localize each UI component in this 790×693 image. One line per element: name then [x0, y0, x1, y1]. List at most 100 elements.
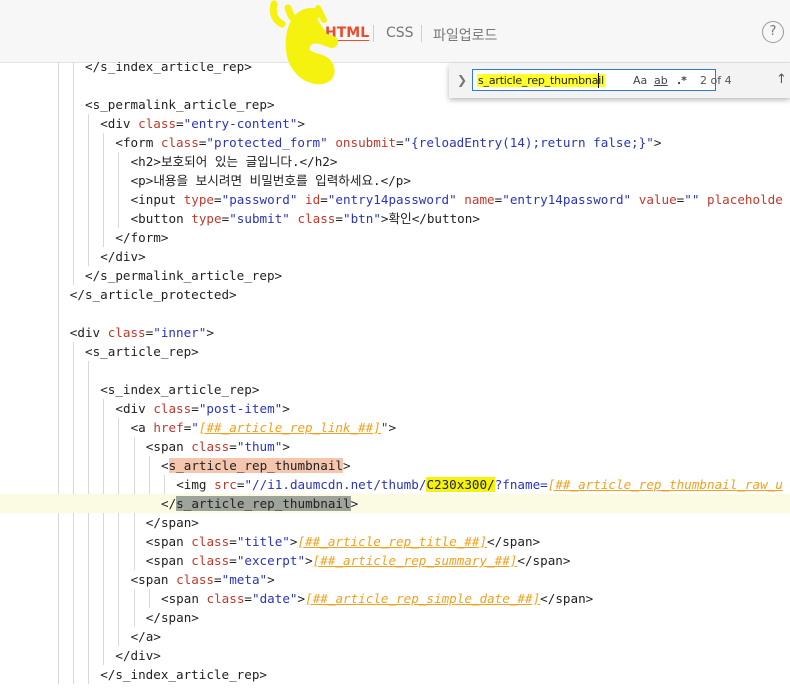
code-line: <s_article_rep> — [0, 342, 790, 361]
code-token: class — [176, 572, 215, 587]
tab-file-upload[interactable]: 파일업로드 — [433, 25, 497, 45]
code-token: </span> — [540, 591, 594, 606]
code-line: <form class="protected_form" onsubmit="{… — [0, 133, 790, 152]
code-token: "entry14password" — [327, 192, 457, 207]
code-token: = — [320, 192, 328, 207]
regex-option[interactable]: .* — [677, 74, 687, 87]
code-token: "title" — [236, 534, 290, 549]
code-token: placeholde — [707, 192, 783, 207]
code-token: " — [191, 420, 199, 435]
code-token: <h2> — [130, 154, 161, 169]
code-token: "" — [684, 192, 700, 207]
code-token: < — [161, 458, 169, 473]
code-token: <p> — [130, 173, 154, 188]
code-line: </div> — [0, 247, 790, 266]
code-token: </span> — [145, 610, 199, 625]
code-token: s_article_rep_thumbnail — [168, 458, 343, 473]
code-line: <h2>보호되어 있는 글입니다.</h2> — [0, 152, 790, 171]
toggle-replace-chevron-icon[interactable]: ❯ — [457, 73, 467, 87]
code-token: </form> — [115, 230, 169, 245]
code-token: <span — [161, 591, 207, 606]
code-line: <s_article_rep_thumbnail> — [0, 456, 790, 475]
tab-html[interactable]: HTML — [325, 25, 369, 41]
code-token: </span> — [487, 534, 541, 549]
code-line: </form> — [0, 228, 790, 247]
code-token: "entry14password" — [502, 192, 632, 207]
tab-divider — [421, 25, 422, 42]
code-token: <span — [145, 534, 192, 549]
code-line: <span class="excerpt">[##_article_rep_su… — [0, 551, 790, 570]
code-token: <s_article_rep> — [85, 344, 199, 359]
code-token: [##_article_rep_simple_date_##] — [305, 591, 541, 606]
code-token: class — [191, 553, 230, 568]
code-line: </span> — [0, 608, 790, 627]
code-token: > — [350, 496, 359, 511]
code-token: class — [138, 116, 177, 131]
code-line: <input type="password" id="entry14passwo… — [0, 190, 790, 209]
code-token: > — [267, 572, 275, 587]
code-token: type — [191, 211, 222, 226]
code-token: class — [153, 401, 192, 416]
code-token: ?fname= — [494, 477, 548, 492]
code-token: <button — [130, 211, 192, 226]
code-token: class — [206, 591, 245, 606]
code-token: = — [229, 553, 237, 568]
code-token: > — [297, 591, 306, 606]
code-token: 보호되어 있는 글입니다. — [160, 154, 300, 169]
code-token: <s_permalink_article_rep> — [85, 97, 275, 112]
code-token: > — [282, 439, 290, 454]
whole-word-option[interactable]: ab — [654, 74, 668, 87]
help-button[interactable]: ? — [762, 21, 784, 43]
code-token: > — [388, 420, 397, 435]
previous-match-arrow-icon[interactable]: ↑ — [776, 72, 787, 87]
code-token: [##_article_rep_title_##] — [297, 534, 488, 549]
code-line: </s_index_article_rep> — [0, 665, 790, 684]
code-token: </h2> — [299, 154, 338, 169]
code-line: </a> — [0, 627, 790, 646]
code-editor[interactable]: </s_index_article_rep> <s_permalink_artic… — [0, 62, 790, 693]
code-token: onsubmit — [335, 135, 396, 150]
code-token: </span> — [145, 515, 199, 530]
code-token: > — [305, 553, 313, 568]
code-token: <span — [145, 553, 192, 568]
code-token: "excerpt" — [236, 553, 306, 568]
code-token: </s_index_article_rep> — [100, 667, 267, 682]
code-token: "meta" — [221, 572, 268, 587]
code-line: <img src="//i1.daumcdn.net/thumb/C230x30… — [0, 475, 790, 494]
code-token: "post-item" — [198, 401, 283, 416]
code-token: </span> — [517, 553, 571, 568]
code-line: </s_permalink_article_rep> — [0, 266, 790, 285]
code-token: name — [464, 192, 495, 207]
code-token: src — [214, 477, 237, 492]
code-token: type — [183, 192, 215, 207]
code-line: </div> — [0, 646, 790, 665]
code-token: </div> — [100, 249, 146, 264]
code-line: <a href="[##_article_rep_link_##]"> — [0, 418, 790, 437]
code-token: <span — [145, 439, 192, 454]
code-line: <span class="meta"> — [0, 570, 790, 589]
code-token: > — [380, 211, 389, 226]
code-token: class — [191, 534, 230, 549]
code-token: = — [176, 116, 184, 131]
code-token: = — [229, 439, 237, 454]
match-case-option[interactable]: Aa — [633, 74, 647, 87]
code-token: "submit" — [229, 211, 290, 226]
code-line: </s_article_protected> — [0, 285, 790, 304]
tab-css[interactable]: CSS — [386, 25, 414, 41]
code-line: <span class="thum"> — [0, 437, 790, 456]
code-token: [##_article_rep_thumbnail_raw_u — [547, 477, 783, 492]
code-token: "protected_form" — [206, 135, 328, 150]
code-token: <input — [130, 192, 184, 207]
code-token: class — [107, 325, 146, 340]
code-token: = — [214, 192, 222, 207]
code-token: [##_article_rep_summary_##] — [312, 553, 518, 568]
code-token: class — [191, 439, 230, 454]
code-line: <div class="inner"> — [0, 323, 790, 342]
code-token: "entry-content" — [183, 116, 298, 131]
code-token: id — [305, 192, 321, 207]
code-token: 내용을 보시려면 비밀번호를 입력하세요. — [153, 173, 381, 188]
code-line: <div class="entry-content"> — [0, 114, 790, 133]
code-token: > — [342, 458, 351, 473]
